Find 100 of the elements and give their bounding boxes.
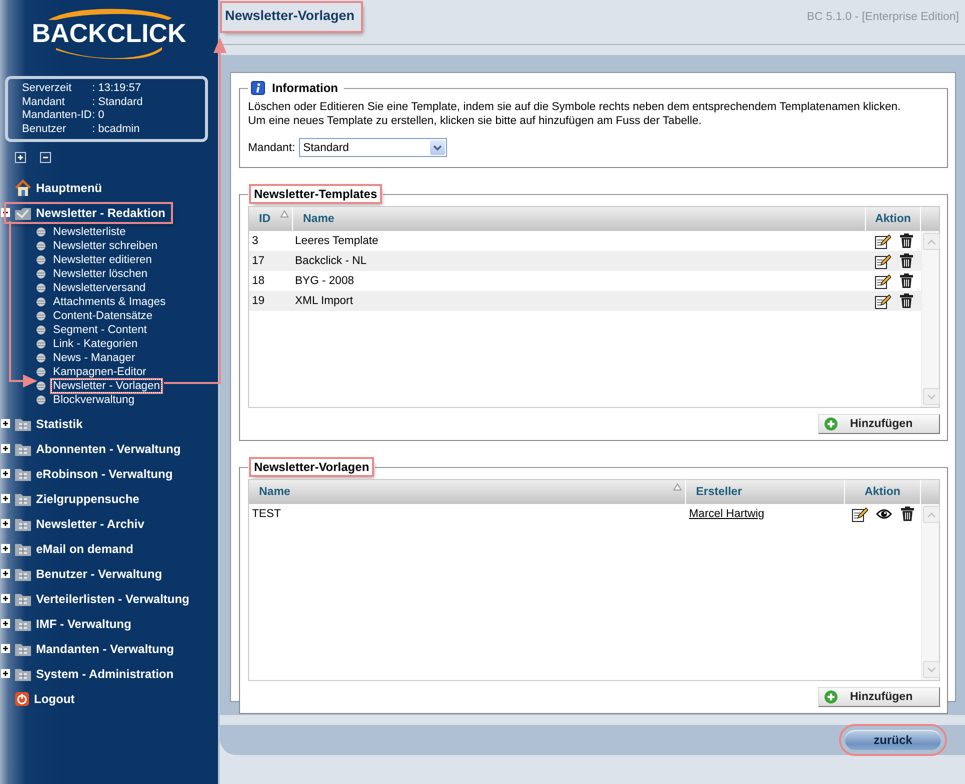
bullet-icon <box>36 311 46 321</box>
delete-icon[interactable] <box>898 273 914 289</box>
expand-icon[interactable] <box>1 619 10 628</box>
submenu-item[interactable]: Kampagnen-Editor <box>52 366 148 378</box>
sort-icon[interactable] <box>280 210 289 218</box>
edit-icon[interactable] <box>874 232 890 250</box>
delete-icon[interactable] <box>900 506 915 522</box>
column-header[interactable]: ID <box>249 207 293 231</box>
info-text: Löschen oder Editieren Sie eine Template, indem sie auf die Symbole rechts neben dem entsprechendem Templatenamen klicken. <box>248 100 902 114</box>
menu-item[interactable]: Logout <box>6 690 81 708</box>
expand-all-icon[interactable] <box>15 152 26 163</box>
expand-icon[interactable] <box>1 419 10 428</box>
bullet-icon <box>36 255 46 265</box>
delete-icon[interactable] <box>898 233 914 249</box>
submenu-item[interactable]: Newsletterversand <box>52 282 147 294</box>
submenu-item[interactable]: Attachments & Images <box>52 296 167 308</box>
caret-icon[interactable] <box>433 144 442 150</box>
back-button[interactable]: zurück <box>845 730 941 750</box>
menu-item[interactable]: Newsletter - Archiv <box>6 514 150 532</box>
bullet-icon <box>36 325 46 335</box>
info-label: Mandanten-ID <box>22 109 92 122</box>
version-label: BC 5.1.0 - [Enterprise Edition] <box>806 11 959 23</box>
plus-icon[interactable] <box>824 690 838 704</box>
table-cell-text: 3 <box>251 235 258 247</box>
table-cell-text: 17 <box>251 255 265 267</box>
menu-item[interactable]: Statistik <box>6 414 89 432</box>
submenu-item[interactable]: Segment - Content <box>52 324 148 336</box>
home-icon <box>14 178 32 196</box>
column-header[interactable]: Aktion <box>866 207 921 231</box>
edit-icon[interactable] <box>874 292 890 310</box>
bullet-icon <box>36 241 46 251</box>
expand-icon[interactable] <box>1 494 10 503</box>
submenu-item[interactable]: Newsletter löschen <box>52 268 149 280</box>
section-legend: Newsletter-Vorlagen <box>251 459 372 475</box>
column-header[interactable]: Ersteller <box>686 480 845 504</box>
add-button[interactable]: Hinzufügen <box>818 414 940 434</box>
column-header[interactable]: Name <box>249 480 686 504</box>
expand-icon[interactable] <box>1 669 10 678</box>
add-button[interactable]: Hinzufügen <box>818 687 940 707</box>
edit-icon[interactable] <box>874 272 890 290</box>
header-filler <box>921 207 939 231</box>
menu-item[interactable]: Mandanten - Verwaltung <box>6 640 180 658</box>
table-cell-text: XML Import <box>294 295 353 307</box>
submenu-item[interactable]: Content-Datensätze <box>52 310 154 322</box>
submenu-item[interactable]: Newsletter - Vorlagen <box>52 380 161 392</box>
menu-item[interactable]: Benutzer - Verwaltung <box>6 564 168 582</box>
submenu-item[interactable]: Newsletter editieren <box>52 254 153 266</box>
expand-icon[interactable] <box>1 444 10 453</box>
expand-icon[interactable] <box>1 469 10 478</box>
eye-icon[interactable] <box>876 508 892 520</box>
bullet-icon <box>36 283 46 293</box>
info-value: : bcadmin <box>92 122 141 136</box>
expand-icon[interactable] <box>1 594 10 603</box>
section-legend: Newsletter-Templates <box>251 186 380 202</box>
table-cell-text: Leeres Template <box>294 235 378 247</box>
page-title: Newsletter-Vorlagen <box>222 3 361 31</box>
plus-icon[interactable] <box>824 417 838 431</box>
collapse-all-icon[interactable] <box>40 152 51 163</box>
delete-icon[interactable] <box>898 253 914 269</box>
expand-icon[interactable] <box>1 644 10 653</box>
header-filler <box>921 480 939 504</box>
power-icon[interactable] <box>14 690 30 706</box>
submenu-item[interactable]: Newsletterliste <box>52 226 127 238</box>
menu-item[interactable]: Abonnenten - Verwaltung <box>6 440 187 458</box>
submenu-item[interactable]: Blockverwaltung <box>52 394 136 406</box>
column-header[interactable]: Name <box>293 207 866 231</box>
menu-item[interactable]: IMF - Verwaltung <box>6 614 138 632</box>
bullet-icon <box>36 353 46 363</box>
table-cell-text: Backclick - NL <box>294 255 367 267</box>
expand-icon[interactable] <box>1 544 10 553</box>
expand-icon[interactable] <box>1 519 10 528</box>
info-value: : 0 <box>92 109 106 122</box>
menu-item[interactable]: Verteilerlisten - Verwaltung <box>6 590 196 608</box>
menu-item[interactable]: Newsletter - Redaktion <box>6 204 172 222</box>
menu-item[interactable]: Hauptmenü <box>6 178 108 198</box>
submenu-item[interactable]: Newsletter schreiben <box>52 240 158 252</box>
menu-item[interactable]: eRobinson - Verwaltung <box>6 464 179 482</box>
expand-icon[interactable] <box>1 569 10 578</box>
sort-icon[interactable] <box>673 483 682 491</box>
info-label: Benutzer <box>22 122 68 136</box>
edit-icon[interactable] <box>874 252 890 270</box>
submenu-item[interactable]: Link - Kategorien <box>52 338 139 350</box>
bullet-icon <box>36 339 46 349</box>
mandant-select[interactable]: Standard <box>299 138 448 157</box>
delete-icon[interactable] <box>898 293 914 309</box>
bullet-icon <box>36 395 46 405</box>
menu-item[interactable]: eMail on demand <box>6 540 140 558</box>
bullet-icon <box>36 381 46 391</box>
logo-text: BACKCLICK <box>32 20 186 47</box>
edit-icon[interactable] <box>851 506 868 522</box>
column-header[interactable]: Aktion <box>845 480 921 504</box>
info-text: Um eine neues Template zu erstellen, klicken sie bitte auf hinzufügen am Fuss der Tabelle. <box>248 114 703 128</box>
mandant-label: Mandant: <box>248 142 296 154</box>
menu-item[interactable]: System - Administration <box>6 664 180 682</box>
creator-link[interactable]: Marcel Hartwig <box>686 508 764 520</box>
info-label: Mandant <box>22 96 66 109</box>
submenu-item[interactable]: News - Manager <box>52 352 136 364</box>
menu-item[interactable]: Zielgruppensuche <box>6 490 146 508</box>
table-cell-text: 18 <box>251 275 265 287</box>
info-label: Serverzeit <box>22 82 73 96</box>
